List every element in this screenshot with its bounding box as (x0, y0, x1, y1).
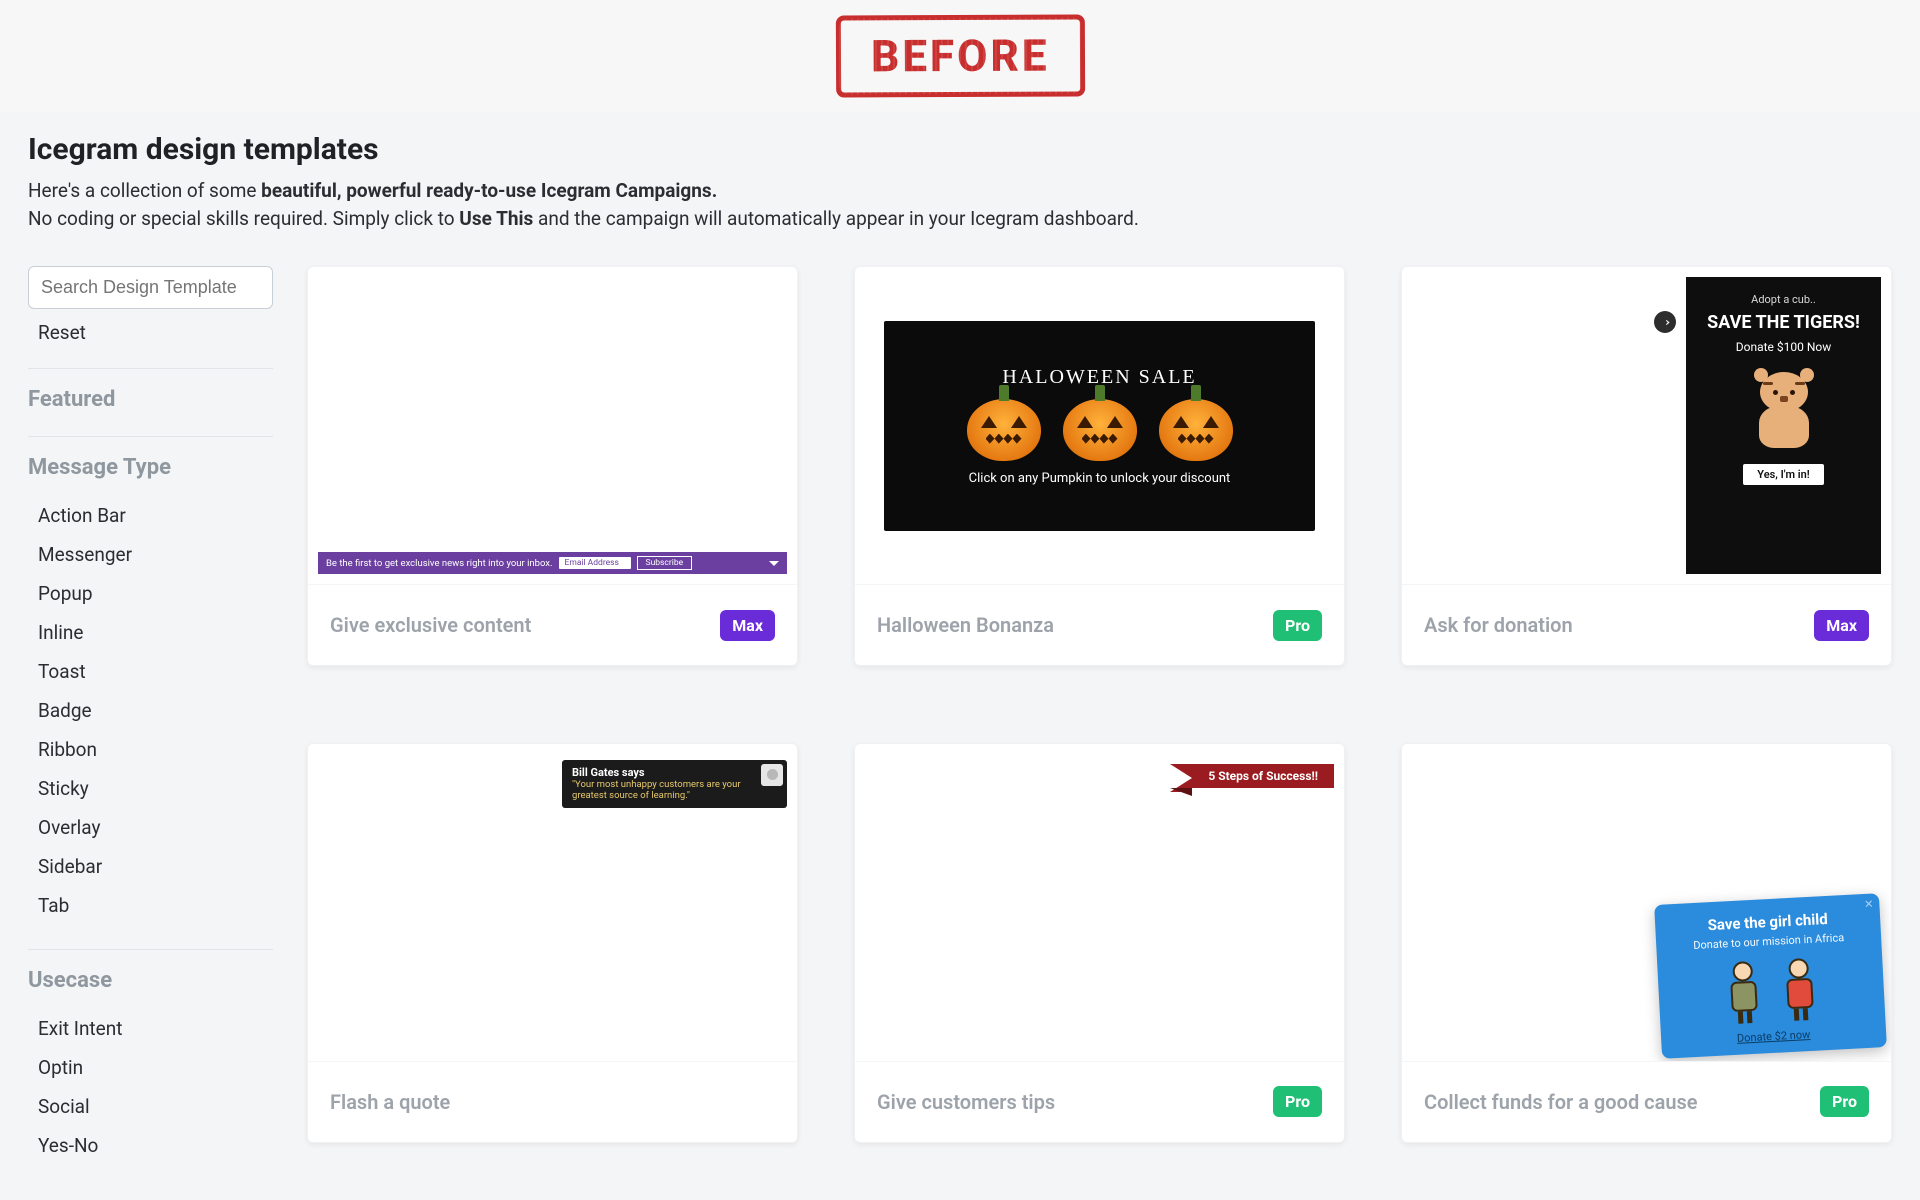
intro-pre: Here's a collection of some (28, 179, 261, 202)
template-preview: 5 Steps of Success!! (855, 744, 1344, 1062)
panel-subtitle: Adopt a cub.. (1751, 293, 1816, 306)
reset-link[interactable]: Reset (38, 321, 273, 344)
page-title: Icegram design templates (28, 132, 1892, 167)
intro-strong-2: Use This (459, 207, 533, 230)
template-footer: Collect funds for a good cause Pro (1402, 1062, 1891, 1142)
ribbon-banner: 5 Steps of Success!! (1192, 764, 1334, 788)
halloween-caption: Click on any Pumpkin to unlock your disc… (969, 471, 1231, 486)
child-icon (1777, 957, 1822, 1021)
sidebar-item-sidebar[interactable]: Sidebar (38, 847, 273, 886)
sidebar-heading-featured[interactable]: Featured (28, 387, 273, 412)
usecase-list: Exit Intent Optin Social Yes-No (38, 1009, 273, 1165)
tier-badge-pro: Pro (1273, 610, 1322, 641)
intro-strong-1: beautiful, powerful ready-to-use Icegram… (261, 179, 717, 202)
tier-badge-pro: Pro (1273, 1086, 1322, 1117)
search-input[interactable] (28, 266, 273, 309)
template-card[interactable]: HALOWEEN SALE Click on any Pumpkin to un… (854, 266, 1345, 666)
tier-badge-pro: Pro (1820, 1086, 1869, 1117)
sidebar-item-ribbon[interactable]: Ribbon (38, 730, 273, 769)
divider (28, 436, 273, 437)
template-preview: Be the first to get exclusive news right… (308, 267, 797, 585)
sidebar-item-exit-intent[interactable]: Exit Intent (38, 1009, 273, 1048)
template-card[interactable]: Bill Gates says "Your most unhappy custo… (307, 743, 798, 1143)
divider (28, 368, 273, 369)
pumpkin-icon (1159, 399, 1233, 461)
template-footer: Halloween Bonanza Pro (855, 585, 1344, 665)
panel-cta-button: Yes, I'm in! (1743, 464, 1823, 485)
template-title: Give customers tips (877, 1090, 1055, 1114)
before-banner: BEFORE (0, 0, 1920, 112)
template-preview: Bill Gates says "Your most unhappy custo… (308, 744, 797, 1062)
tiger-icon (1746, 368, 1822, 448)
bar-text: Be the first to get exclusive news right… (326, 558, 553, 569)
arrow-right-icon (1654, 311, 1676, 333)
popup-title: Save the girl child (1707, 910, 1828, 934)
sidebar-item-tab[interactable]: Tab (38, 886, 273, 925)
sidebar-item-inline[interactable]: Inline (38, 613, 273, 652)
template-footer: Give customers tips Pro (855, 1062, 1344, 1142)
sidebar-item-overlay[interactable]: Overlay (38, 808, 273, 847)
page-intro: Here's a collection of some beautiful, p… (28, 177, 1892, 232)
divider (28, 949, 273, 950)
popup-subtitle: Donate to our mission in Africa (1693, 931, 1845, 952)
template-title: Collect funds for a good cause (1424, 1090, 1698, 1114)
sidebar: Reset Featured Message Type Action Bar M… (28, 266, 273, 1165)
template-preview: ✕ Save the girl child Donate to our miss… (1402, 744, 1891, 1062)
halloween-banner: HALOWEEN SALE Click on any Pumpkin to un… (884, 321, 1315, 531)
sidebar-item-messenger[interactable]: Messenger (38, 535, 273, 574)
chevron-down-icon (769, 561, 779, 566)
template-preview: HALOWEEN SALE Click on any Pumpkin to un… (855, 267, 1344, 585)
template-title: Ask for donation (1424, 613, 1573, 637)
sidebar-item-badge[interactable]: Badge (38, 691, 273, 730)
template-card[interactable]: 5 Steps of Success!! Give customers tips… (854, 743, 1345, 1143)
action-bar-preview: Be the first to get exclusive news right… (318, 552, 787, 574)
donation-popup: ✕ Save the girl child Donate to our miss… (1654, 893, 1887, 1059)
quote-toast: Bill Gates says "Your most unhappy custo… (562, 760, 787, 809)
template-card[interactable]: Be the first to get exclusive news right… (307, 266, 798, 666)
template-title: Give exclusive content (330, 613, 531, 637)
sidebar-item-action-bar[interactable]: Action Bar (38, 496, 273, 535)
sidebar-item-social[interactable]: Social (38, 1087, 273, 1126)
sidebar-heading-message-type: Message Type (28, 455, 273, 480)
template-title: Halloween Bonanza (877, 613, 1054, 637)
template-card[interactable]: Adopt a cub.. SAVE THE TIGERS! Donate $1… (1401, 266, 1892, 666)
quote-text: "Your most unhappy customers are your gr… (572, 779, 753, 803)
sidebar-item-optin[interactable]: Optin (38, 1048, 273, 1087)
tier-badge-max: Max (1814, 610, 1869, 641)
template-footer: Ask for donation Max (1402, 585, 1891, 665)
close-icon: ✕ (1864, 897, 1874, 910)
template-title: Flash a quote (330, 1090, 450, 1114)
template-footer: Give exclusive content Max (308, 585, 797, 665)
pumpkin-icon (967, 399, 1041, 461)
quote-author: Bill Gates says (572, 766, 753, 779)
pumpkin-icon (1063, 399, 1137, 461)
panel-headline: SAVE THE TIGERS! (1707, 312, 1860, 334)
sidebar-item-sticky[interactable]: Sticky (38, 769, 273, 808)
sidebar-heading-usecase: Usecase (28, 968, 273, 993)
message-type-list: Action Bar Messenger Popup Inline Toast … (38, 496, 273, 925)
template-card[interactable]: ✕ Save the girl child Donate to our miss… (1401, 743, 1892, 1143)
template-grid: Be the first to get exclusive news right… (307, 266, 1892, 1165)
children-illustration (1721, 957, 1822, 1024)
child-icon (1721, 960, 1766, 1024)
pumpkin-row (967, 399, 1233, 461)
template-preview: Adopt a cub.. SAVE THE TIGERS! Donate $1… (1402, 267, 1891, 585)
bar-subscribe-button: Subscribe (637, 556, 693, 570)
avatar-icon (761, 764, 783, 786)
donation-panel: Adopt a cub.. SAVE THE TIGERS! Donate $1… (1686, 277, 1881, 574)
intro-line2-post: and the campaign will automatically appe… (533, 207, 1139, 230)
sidebar-item-yes-no[interactable]: Yes-No (38, 1126, 273, 1165)
panel-donate-text: Donate $100 Now (1736, 340, 1832, 354)
sidebar-item-popup[interactable]: Popup (38, 574, 273, 613)
template-footer: Flash a quote (308, 1062, 797, 1142)
popup-donate-link: Donate $2 now (1737, 1028, 1811, 1045)
tier-badge-max: Max (720, 610, 775, 641)
intro-line2-pre: No coding or special skills required. Si… (28, 207, 459, 230)
sidebar-item-toast[interactable]: Toast (38, 652, 273, 691)
bar-input: Email Address (559, 557, 631, 569)
before-stamp: BEFORE (836, 14, 1085, 97)
